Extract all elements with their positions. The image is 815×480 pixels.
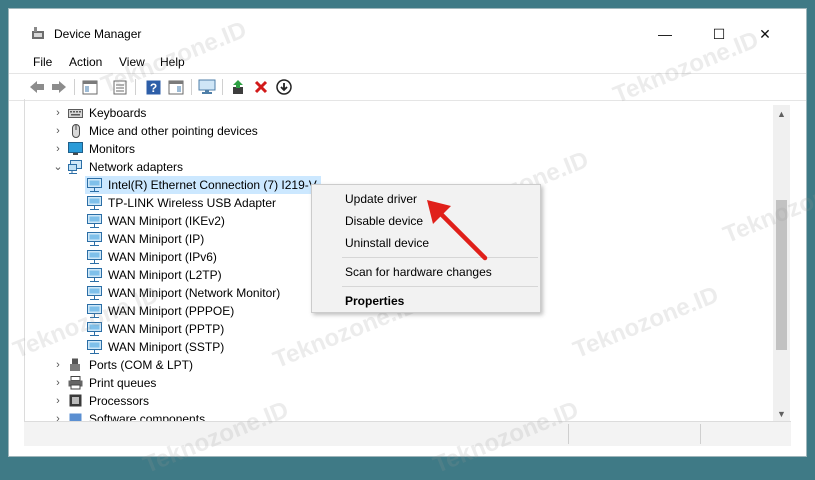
network-adapter-icon	[87, 268, 102, 282]
update-driver-icon[interactable]	[229, 78, 247, 96]
tree-item-label: WAN Miniport (Network Monitor)	[108, 286, 281, 300]
tree-item-label: Monitors	[89, 142, 136, 156]
tree-item-label: Print queues	[89, 376, 157, 390]
menu-action[interactable]: Action	[69, 55, 102, 69]
network-adapter-icon	[87, 232, 102, 246]
menu-view[interactable]: View	[119, 55, 145, 69]
tree-item-label: Keyboards	[89, 106, 147, 120]
vertical-scrollbar[interactable]: ▲ ▼	[773, 105, 790, 422]
expand-chevron-icon[interactable]: ›	[53, 392, 63, 410]
properties-icon[interactable]	[111, 78, 129, 96]
network-adapter-icon	[87, 214, 102, 228]
network-adapter-icon	[87, 304, 102, 318]
network-adapter-icon	[87, 250, 102, 264]
toolbar-separator	[222, 79, 223, 95]
tree-category-print-queues[interactable]: › Print queues	[25, 374, 725, 392]
svg-text:?: ?	[149, 81, 156, 95]
tree-item-label: WAN Miniport (SSTP)	[108, 340, 225, 354]
scroll-down-icon[interactable]: ▼	[773, 407, 790, 421]
scrollbar-thumb[interactable]	[776, 200, 787, 350]
network-adapter-icon	[87, 340, 102, 354]
expand-chevron-icon[interactable]: ›	[53, 374, 63, 392]
minimize-button[interactable]: —	[642, 19, 688, 49]
maximize-button[interactable]: ☐	[696, 19, 742, 49]
device-manager-icon	[32, 27, 44, 39]
menu-bar: File Action View Help	[9, 51, 806, 73]
back-icon[interactable]	[28, 78, 46, 96]
tree-category-monitors[interactable]: › Monitors	[25, 140, 725, 158]
menu-help[interactable]: Help	[160, 55, 185, 69]
tree-item-label: Ports (COM & LPT)	[89, 358, 194, 372]
scan-hardware-icon[interactable]	[198, 78, 216, 96]
expand-chevron-icon[interactable]: ›	[53, 104, 63, 122]
context-separator	[342, 286, 538, 287]
title-bar[interactable]: Device Manager — ☐ ✕	[9, 9, 806, 49]
tree-category-ports[interactable]: › Ports (COM & LPT)	[25, 356, 725, 374]
status-cell	[568, 424, 699, 444]
show-hide-console-tree-icon[interactable]	[81, 78, 99, 96]
help-icon[interactable]: ?	[144, 78, 162, 96]
toolbar-separator	[135, 79, 136, 95]
tree-item-label: WAN Miniport (PPPOE)	[108, 304, 235, 318]
download-driver-icon[interactable]	[275, 78, 293, 96]
expand-chevron-icon[interactable]: ›	[53, 122, 63, 140]
tree-item-network-adapter[interactable]: WAN Miniport (PPTP)	[25, 320, 725, 338]
tree-category-mice[interactable]: › Mice and other pointing devices	[25, 122, 725, 140]
tree-item-label: WAN Miniport (L2TP)	[108, 268, 222, 282]
printer-icon	[68, 376, 83, 390]
tree-item-label: WAN Miniport (IP)	[108, 232, 205, 246]
annotation-arrow-icon	[427, 200, 488, 261]
show-action-pane-icon[interactable]	[167, 78, 185, 96]
device-manager-window: Device Manager — ☐ ✕ File Action View He…	[8, 8, 815, 479]
expand-chevron-icon[interactable]: ›	[53, 356, 63, 374]
close-button[interactable]: ✕	[742, 19, 788, 49]
port-icon	[70, 358, 80, 371]
status-bar	[24, 421, 791, 446]
tree-item-label: TP-LINK Wireless USB Adapter	[108, 196, 277, 210]
tree-category-processors[interactable]: › Processors	[25, 392, 725, 410]
mouse-icon	[72, 124, 80, 138]
context-uninstall-device[interactable]: Uninstall device	[345, 234, 429, 252]
tree-item-label: WAN Miniport (PPTP)	[108, 322, 225, 336]
context-update-driver[interactable]: Update driver	[345, 190, 417, 208]
status-cell	[700, 424, 791, 444]
tree-item-label: Intel(R) Ethernet Connection (7) I219-V	[108, 178, 317, 192]
processor-icon	[69, 394, 82, 407]
tree-item-label: Processors	[89, 394, 150, 408]
toolbar: ?	[9, 73, 806, 101]
window-title: Device Manager	[54, 27, 142, 41]
tree-item-network-adapter[interactable]: WAN Miniport (SSTP)	[25, 338, 725, 356]
network-icon	[68, 160, 82, 174]
network-adapter-icon	[87, 196, 102, 210]
tree-category-network-adapters[interactable]: ⌄ Network adapters	[25, 158, 725, 176]
collapse-chevron-icon[interactable]: ⌄	[53, 158, 63, 176]
tree-item-label: WAN Miniport (IKEv2)	[108, 214, 225, 228]
tree-category-keyboards[interactable]: › Keyboards	[25, 104, 725, 122]
toolbar-separator	[74, 79, 75, 95]
tree-item-label: Mice and other pointing devices	[89, 124, 258, 138]
scroll-up-icon[interactable]: ▲	[773, 107, 790, 121]
toolbar-separator	[191, 79, 192, 95]
forward-icon[interactable]	[50, 78, 68, 96]
monitor-icon	[68, 142, 83, 155]
network-adapter-icon	[87, 286, 102, 300]
expand-chevron-icon[interactable]: ›	[53, 140, 63, 158]
network-adapter-icon	[87, 178, 102, 192]
keyboard-icon	[68, 109, 83, 118]
uninstall-icon[interactable]	[252, 78, 270, 96]
network-adapter-icon	[87, 322, 102, 336]
context-properties[interactable]: Properties	[345, 292, 404, 310]
menu-file[interactable]: File	[33, 55, 52, 69]
tree-item-label: Network adapters	[89, 160, 184, 174]
tree-item-label: WAN Miniport (IPv6)	[108, 250, 217, 264]
context-disable-device[interactable]: Disable device	[345, 212, 423, 230]
